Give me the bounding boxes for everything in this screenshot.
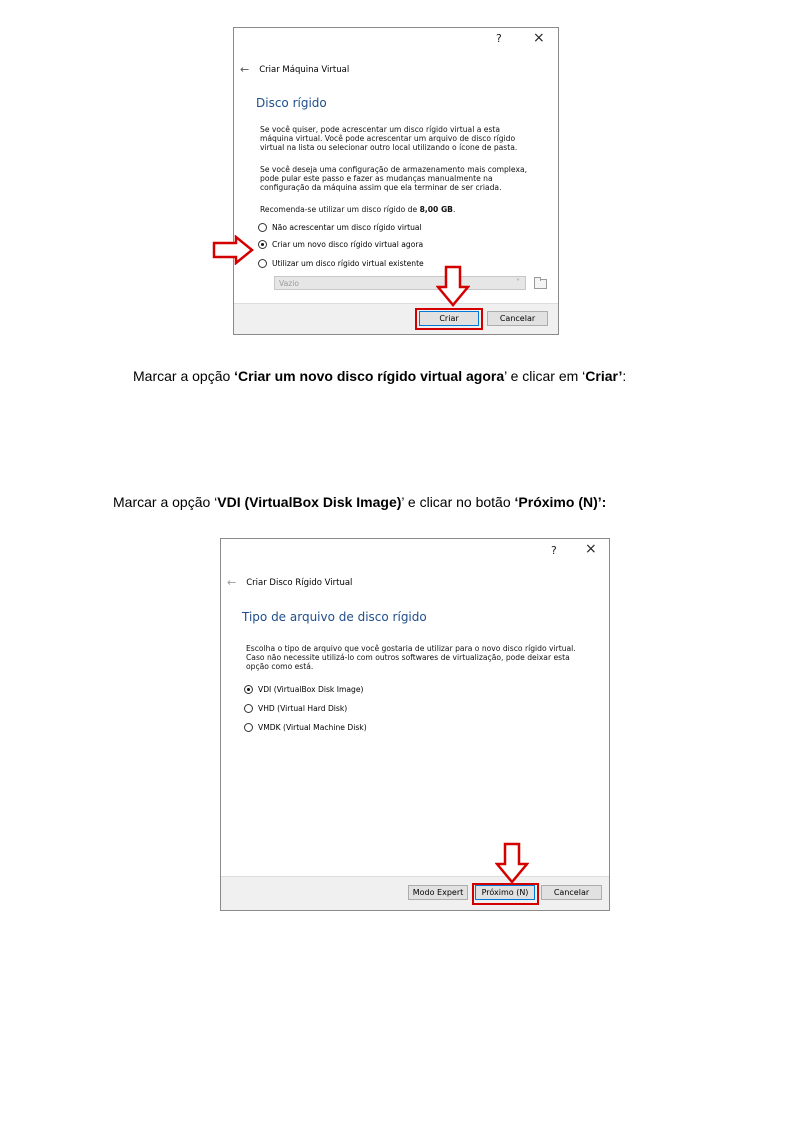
down-arrow-icon [495, 842, 529, 884]
caption-text: Marcar a opção ‘ [113, 494, 218, 510]
option-vmdk[interactable]: VMDK (Virtual Machine Disk) [244, 723, 367, 732]
description-paragraph-2: Se você deseja uma configuração de armaz… [260, 165, 527, 192]
chevron-down-icon: ˅ [516, 278, 520, 287]
text-line: Se você quiser, pode acrescentar um disc… [260, 125, 501, 134]
create-button-highlight [415, 308, 483, 330]
caption-bold: ‘Próximo (N)’: [514, 494, 607, 510]
recommendation-suffix: . [452, 205, 456, 214]
option-create-new-disk[interactable]: Criar um novo disco rígido virtual agora [258, 240, 423, 249]
section-heading: Tipo de arquivo de disco rígido [242, 610, 427, 624]
option-label: VHD (Virtual Hard Disk) [258, 704, 348, 713]
option-vhd[interactable]: VHD (Virtual Hard Disk) [244, 704, 347, 713]
option-label: VMDK (Virtual Machine Disk) [258, 723, 367, 732]
help-button[interactable]: ? [496, 32, 502, 45]
instruction-caption-2: Marcar a opção ‘VDI (VirtualBox Disk Ima… [113, 494, 606, 510]
option-no-disk[interactable]: Não acrescentar um disco rígido virtual [258, 223, 422, 232]
radio-selected-icon[interactable] [244, 685, 253, 694]
dialog-title: Criar Máquina Virtual [259, 64, 350, 75]
dialog-footer: Criar Cancelar [234, 303, 558, 334]
option-label: Não acrescentar um disco rígido virtual [272, 223, 422, 232]
create-vm-dialog: ? × ← Criar Máquina Virtual Disco rígido… [233, 27, 559, 335]
recommendation-text: Recomenda-se utilizar um disco rígido de… [260, 205, 455, 214]
arrow-shape [436, 265, 470, 307]
caption-bold: VDI (VirtualBox Disk Image) [217, 494, 402, 510]
arrow-shape [495, 842, 529, 884]
text-line: Escolha o tipo de arquivo que você gosta… [246, 644, 576, 653]
dialog-title: Criar Disco Rígido Virtual [246, 577, 353, 588]
text-line: Se você deseja uma configuração de armaz… [260, 165, 528, 174]
text-line: virtual na lista ou selecionar outro loc… [260, 143, 518, 152]
expert-mode-button[interactable]: Modo Expert [408, 885, 468, 900]
disk-file-select[interactable]: Vazio ˅ [274, 276, 526, 290]
text-line: Caso não necessite utilizá-lo com outros… [246, 653, 570, 662]
caption-bold: Criar’ [585, 368, 623, 384]
cancel-button[interactable]: Cancelar [541, 885, 602, 900]
caption-text: : [622, 368, 627, 384]
option-existing-disk[interactable]: Utilizar um disco rígido virtual existen… [258, 259, 424, 268]
option-label: Utilizar um disco rígido virtual existen… [272, 259, 424, 268]
option-label: Criar um novo disco rígido virtual agora [272, 240, 424, 249]
option-label: VDI (VirtualBox Disk Image) [258, 685, 364, 694]
caption-text: ’ e clicar em ‘ [504, 368, 586, 384]
radio-icon[interactable] [258, 259, 267, 268]
cancel-button[interactable]: Cancelar [487, 311, 548, 326]
select-value: Vazio [279, 278, 299, 288]
caption-bold: ‘Criar um novo disco rígido virtual agor… [234, 368, 505, 384]
description-paragraph: Escolha o tipo de arquivo que você gosta… [246, 644, 576, 671]
radio-selected-icon[interactable] [258, 240, 267, 249]
description-paragraph-1: Se você quiser, pode acrescentar um disc… [260, 125, 517, 152]
section-heading: Disco rígido [256, 96, 327, 110]
radio-icon[interactable] [244, 704, 253, 713]
dialog-footer: Modo Expert Próximo (N) Cancelar [221, 876, 609, 910]
recommendation-prefix: Recomenda-se utilizar um disco rígido de [260, 205, 420, 214]
back-arrow-icon[interactable]: ← [227, 576, 236, 589]
folder-icon[interactable] [534, 277, 547, 289]
caption-text: ’ e clicar no botão [401, 494, 515, 510]
right-arrow-icon [212, 235, 254, 265]
down-arrow-icon [436, 265, 470, 307]
dialog-nav: ← Criar Disco Rígido Virtual [227, 576, 352, 589]
text-line: opção como está. [246, 662, 314, 671]
option-vdi[interactable]: VDI (VirtualBox Disk Image) [244, 685, 363, 694]
close-button[interactable]: × [533, 30, 545, 46]
create-disk-dialog: ? × ← Criar Disco Rígido Virtual Tipo de… [220, 538, 610, 911]
close-button[interactable]: × [585, 541, 597, 557]
instruction-caption-1: Marcar a opção ‘Criar um novo disco rígi… [133, 368, 626, 384]
text-line: configuração da máquina assim que ela te… [260, 183, 502, 192]
radio-icon[interactable] [244, 723, 253, 732]
help-button[interactable]: ? [551, 544, 557, 557]
text-line: máquina virtual. Você pode acrescentar u… [260, 134, 516, 143]
caption-text: Marcar a opção [133, 368, 235, 384]
next-button-highlight [472, 883, 539, 905]
radio-icon[interactable] [258, 223, 267, 232]
back-arrow-icon[interactable]: ← [240, 63, 249, 76]
text-line: pode pular este passo e fazer as mudança… [260, 174, 493, 183]
recommended-size: 8,00 GB [419, 205, 453, 214]
dialog-nav: ← Criar Máquina Virtual [240, 63, 349, 76]
arrow-shape [212, 235, 254, 265]
